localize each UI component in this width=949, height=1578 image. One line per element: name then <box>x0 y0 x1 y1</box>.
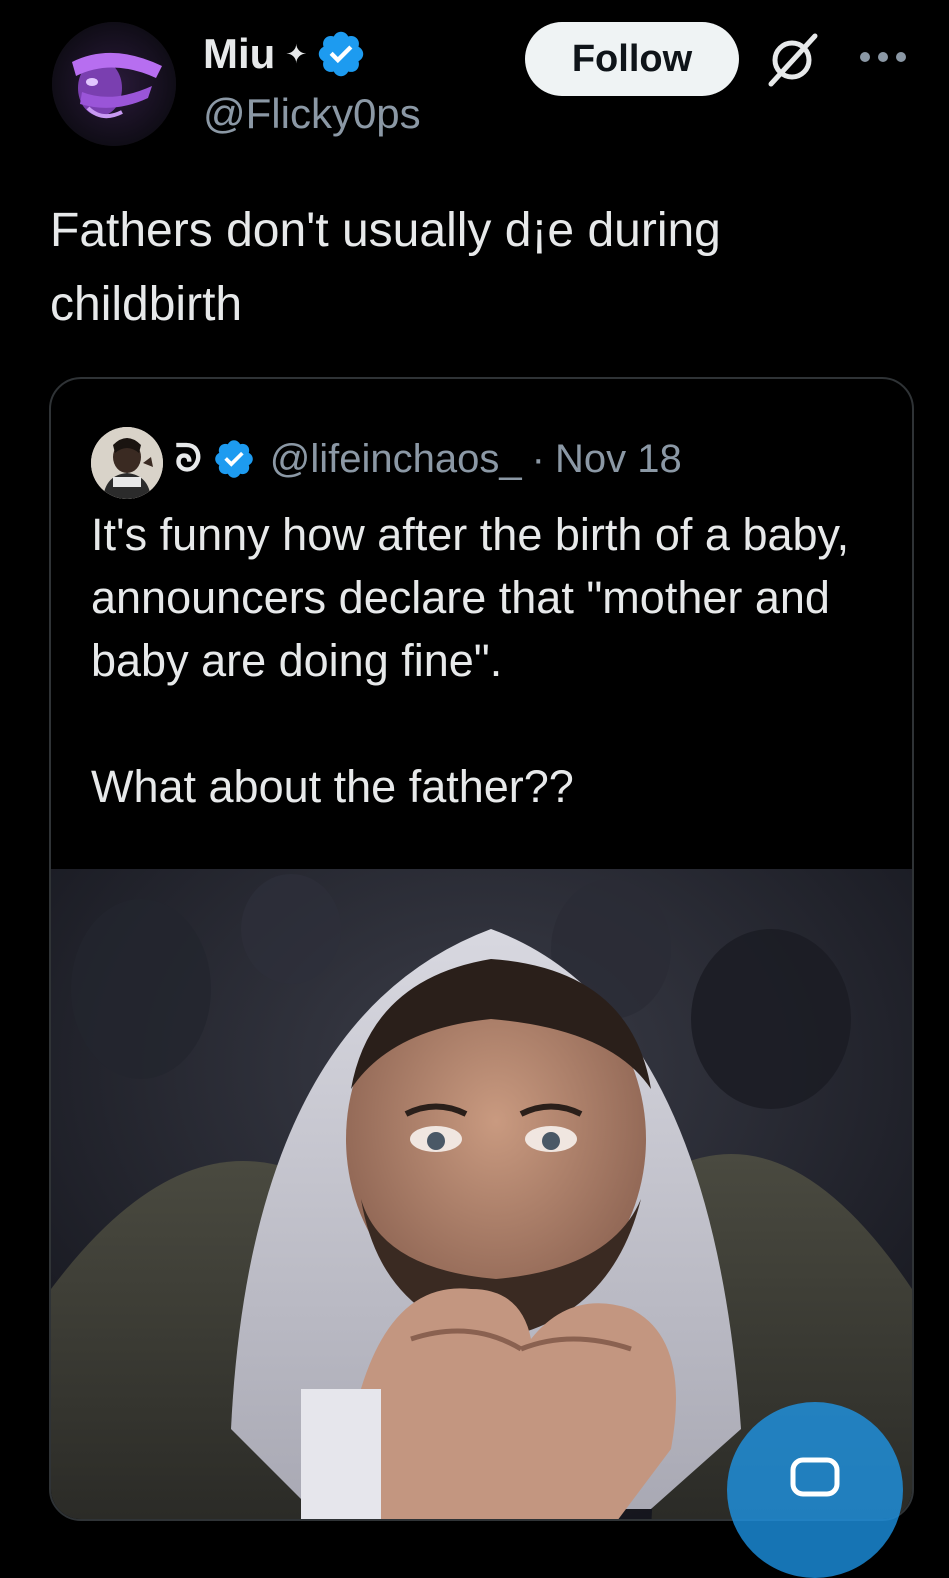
verified-badge-icon <box>214 440 253 478</box>
author-display-name[interactable]: Miu <box>203 30 275 78</box>
author-name-row: Miu ✦ <box>203 28 367 80</box>
quoted-display-name[interactable]: ᘐ <box>175 438 202 481</box>
compose-fab-button[interactable] <box>727 1402 903 1578</box>
author-avatar[interactable] <box>52 22 176 146</box>
quoted-post-text: It's funny how after the birth of a baby… <box>91 509 850 812</box>
verified-badge-icon <box>318 31 364 77</box>
compose-icon <box>790 1457 840 1497</box>
quoted-author-row: ᘐ @lifeinchaos_ · Nov 18 <box>175 429 682 489</box>
slashed-circle-icon[interactable] <box>763 30 821 88</box>
post-header: Miu ✦ @Flicky0ps Follow <box>0 0 949 170</box>
quoted-date[interactable]: Nov 18 <box>555 437 682 482</box>
quoted-author-avatar[interactable] <box>91 427 163 499</box>
post-text: Fathers don't usually d¡e during childbi… <box>50 204 721 331</box>
sparkle-icon: ✦ <box>285 38 308 69</box>
quoted-post-card[interactable]: ᘐ @lifeinchaos_ · Nov 18 It's funny how … <box>49 377 914 1521</box>
quoted-handle[interactable]: @lifeinchaos_ <box>270 437 522 482</box>
separator-dot: · <box>531 436 545 481</box>
more-dots-icon[interactable] <box>857 42 909 72</box>
author-handle[interactable]: @Flicky0ps <box>203 90 421 138</box>
follow-button[interactable]: Follow <box>525 22 739 96</box>
